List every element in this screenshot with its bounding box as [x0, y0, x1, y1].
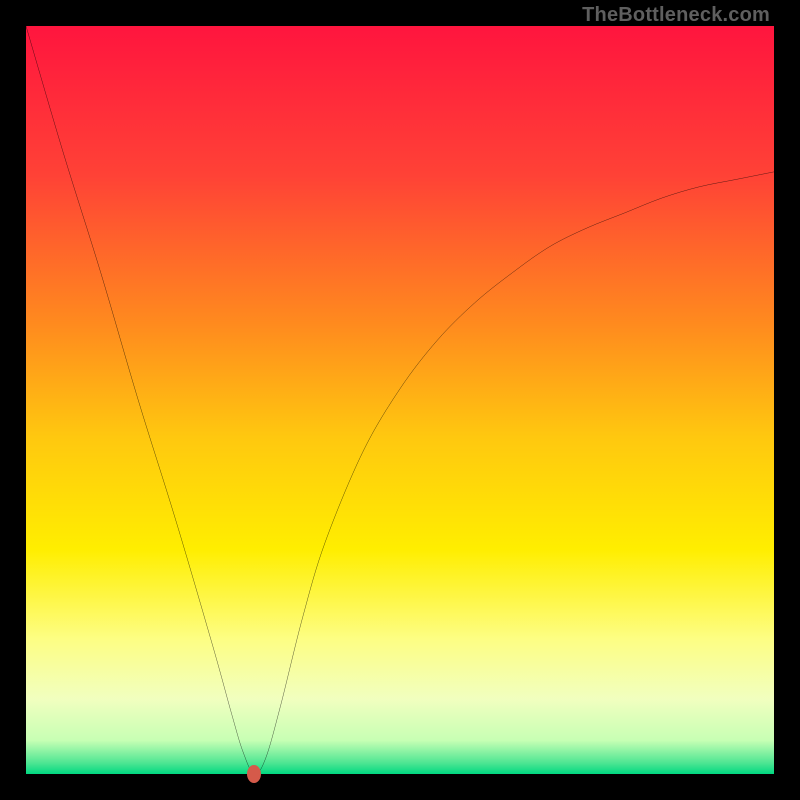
watermark-text: TheBottleneck.com [582, 4, 770, 27]
bottleneck-curve [26, 26, 774, 774]
optimum-marker [247, 765, 261, 783]
plot-area [26, 26, 774, 774]
